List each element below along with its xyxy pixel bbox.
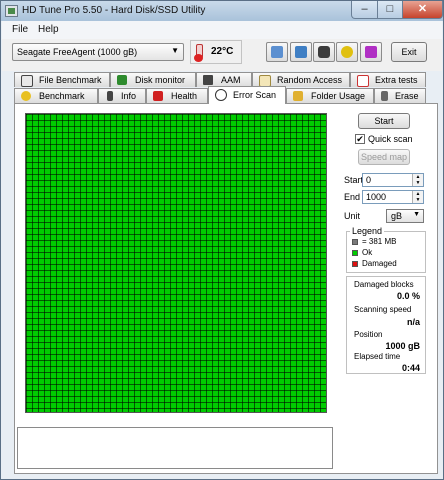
tab-health[interactable]: Health — [146, 88, 208, 103]
camera-icon — [318, 46, 330, 58]
end-spin-arrows[interactable]: ▲ ▼ — [412, 191, 423, 203]
tab-disk-monitor[interactable]: Disk monitor — [110, 72, 196, 87]
file-benchmark-icon — [21, 75, 33, 87]
minimize-button[interactable]: – — [351, 1, 378, 19]
damaged-blocks-value: 0.0 % — [396, 291, 420, 301]
disk-monitor-icon — [117, 75, 127, 85]
app-icon — [5, 5, 18, 17]
speaker-icon — [203, 75, 213, 85]
legend-block-size: = 381 MB — [362, 237, 397, 246]
legend-title: Legend — [350, 226, 385, 236]
benchmark-icon — [21, 91, 31, 101]
menu-bar: File Help — [2, 21, 442, 39]
info-icon — [107, 91, 113, 101]
window-title: HD Tune Pro 5.50 - Hard Disk/SSD Utility — [22, 5, 206, 16]
tab-folder-usage[interactable]: Folder Usage — [286, 88, 374, 103]
ok-swatch — [352, 250, 358, 256]
title-bar: HD Tune Pro 5.50 - Hard Disk/SSD Utility… — [1, 1, 443, 21]
end-label: End — [344, 192, 361, 202]
download-icon — [365, 46, 377, 58]
tab-aam[interactable]: AAM — [196, 72, 252, 87]
exit-button[interactable]: Exit — [391, 42, 427, 62]
position-label: Position — [354, 330, 383, 339]
legend-ok: Ok — [362, 248, 373, 257]
scanning-speed-value: n/a — [406, 317, 420, 327]
copy-icon — [271, 46, 283, 58]
temperature-value: 22°C — [211, 46, 234, 57]
copy-info-button[interactable] — [266, 42, 288, 62]
chevron-down-icon: ▼ — [413, 211, 420, 218]
thermometer-bulb-icon — [194, 54, 203, 62]
start-scan-button[interactable]: Start — [358, 113, 410, 129]
extra-tests-icon — [357, 75, 369, 87]
block-swatch — [352, 239, 358, 245]
quick-scan-label: Quick scan — [368, 134, 413, 144]
tab-random-access[interactable]: Random Access — [252, 72, 350, 87]
close-button[interactable]: ✕ — [402, 1, 443, 19]
copy-all-button[interactable] — [290, 42, 312, 62]
start-label: Start — [344, 175, 364, 185]
options-icon — [341, 46, 353, 58]
damaged-blocks-label: Damaged blocks — [354, 280, 414, 289]
tab-benchmark[interactable]: Benchmark — [14, 88, 98, 103]
elapsed-time-label: Elapsed time — [354, 352, 401, 361]
menu-help[interactable]: Help — [38, 24, 59, 35]
quick-scan-checkbox[interactable]: ✔ — [355, 134, 365, 144]
start-spin-arrows[interactable]: ▲ ▼ — [412, 174, 423, 186]
screenshot-button[interactable] — [313, 42, 335, 62]
legend-damaged: Damaged — [362, 259, 397, 268]
tab-erase[interactable]: Erase — [374, 88, 426, 103]
magnifier-icon — [215, 89, 227, 101]
trash-icon — [381, 91, 388, 101]
end-input[interactable]: 1000 ▲ ▼ — [362, 190, 424, 204]
start-input[interactable]: 0 ▲ ▼ — [362, 173, 424, 187]
tab-info[interactable]: Info — [98, 88, 146, 103]
health-cross-icon — [153, 91, 163, 101]
menu-file[interactable]: File — [12, 24, 28, 35]
save-button[interactable] — [360, 42, 382, 62]
tab-file-benchmark[interactable]: File Benchmark — [14, 72, 110, 87]
chevron-down-icon: ▼ — [171, 46, 179, 55]
scanning-speed-label: Scanning speed — [354, 305, 412, 314]
position-value: 1000 gB — [385, 341, 420, 351]
unit-select[interactable]: gB ▼ — [386, 209, 424, 223]
scan-block-map — [25, 113, 327, 413]
tab-extra-tests[interactable]: Extra tests — [350, 72, 426, 87]
options-button[interactable] — [336, 42, 358, 62]
drive-select[interactable]: Seagate FreeAgent (1000 gB) ▼ — [12, 43, 184, 61]
speed-map-button[interactable]: Speed map — [358, 149, 410, 165]
status-box — [17, 427, 333, 469]
tab-error-scan[interactable]: Error Scan — [208, 86, 286, 104]
folder-icon — [293, 91, 303, 101]
unit-label: Unit — [344, 211, 361, 221]
maximize-button[interactable]: □ — [377, 1, 403, 19]
drive-select-value: Seagate FreeAgent (1000 gB) — [17, 47, 138, 57]
copy-all-icon — [295, 46, 307, 58]
temperature-display: 22°C — [190, 40, 242, 64]
damaged-swatch — [352, 261, 358, 267]
elapsed-time-value: 0:44 — [401, 363, 420, 373]
